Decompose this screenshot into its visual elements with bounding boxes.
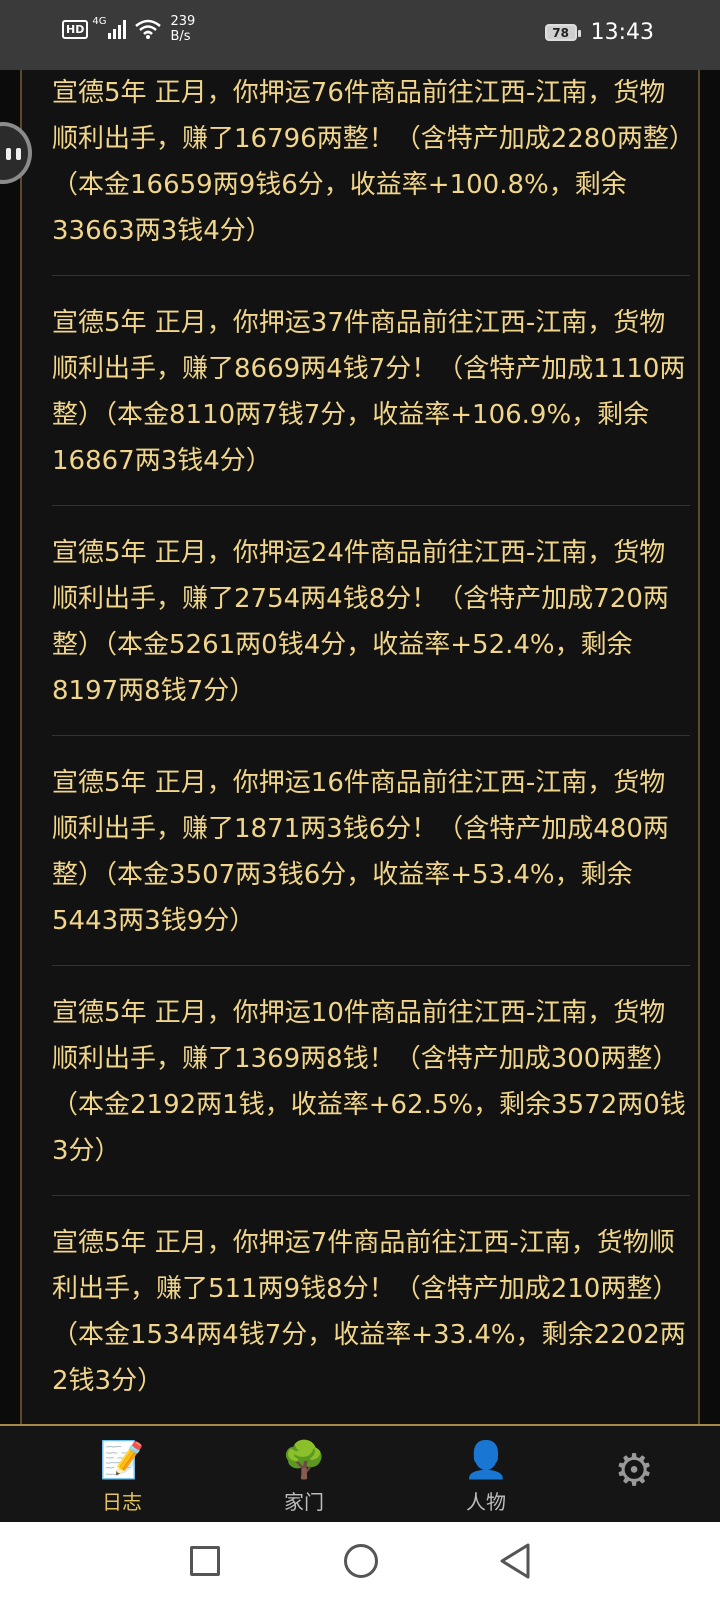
gear-icon: ⚙ <box>614 1445 654 1496</box>
log-entry: 宣德5年 正月，你押运37件商品前往江西-江南，货物顺利出手，赚了8669两4钱… <box>52 276 690 506</box>
status-left: HD 4G 239 B/s <box>62 14 195 44</box>
battery-icon: 78 <box>544 24 581 41</box>
signal-icon <box>108 20 127 39</box>
log-entry: 宣德5年 正月，你押运76件商品前往江西-江南，货物顺利出手，赚了16796两整… <box>52 70 690 276</box>
bottom-nav: 📝 日志 🌳 家门 👤 人物 ⚙ <box>0 1424 720 1524</box>
system-nav-bar <box>0 1522 720 1600</box>
log-entry: 宣德5年 正月，你押运24件商品前往江西-江南，货物顺利出手，赚了2754两4钱… <box>52 506 690 736</box>
log-list[interactable]: 宣德5年 正月，你押运76件商品前往江西-江南，货物顺利出手，赚了16796两整… <box>52 70 690 1420</box>
tree-icon: 🌳 <box>281 1440 327 1481</box>
assistant-eye-icon <box>6 148 11 160</box>
settings-button[interactable]: ⚙ <box>574 1448 694 1494</box>
wifi-icon <box>135 19 162 39</box>
person-icon: 👤 <box>463 1440 509 1481</box>
status-bar: HD 4G 239 B/s 78 13:43 <box>0 0 720 70</box>
log-entry: 宣德5年 正月，你押运16件商品前往江西-江南，货物顺利出手，赚了1871两3钱… <box>52 736 690 966</box>
hd-badge: HD <box>62 19 89 39</box>
speed-value: 239 <box>170 14 196 29</box>
tab-log[interactable]: 📝 日志 <box>62 1438 182 1515</box>
log-entry: 宣德5年 正月，你押运10件商品前往江西-江南，货物顺利出手，赚了1369两8钱… <box>52 966 690 1196</box>
clock: 13:43 <box>590 20 654 45</box>
back-button[interactable] <box>498 1542 532 1580</box>
tab-family-label: 家门 <box>284 1490 324 1514</box>
tab-log-label: 日志 <box>102 1490 142 1514</box>
recent-apps-button[interactable] <box>190 1546 220 1576</box>
speed-unit: B/s <box>170 29 191 44</box>
network-type: 4G <box>92 15 107 27</box>
tab-family[interactable]: 🌳 家门 <box>244 1438 364 1515</box>
tab-person-label: 人物 <box>466 1490 506 1514</box>
tab-person[interactable]: 👤 人物 <box>426 1438 546 1515</box>
memo-icon: 📝 <box>99 1440 145 1481</box>
log-panel[interactable]: 宣德5年 正月，你押运76件商品前往江西-江南，货物顺利出手，赚了16796两整… <box>20 70 700 1424</box>
log-entry: 宣德5年 正月，你押运7件商品前往江西-江南，货物顺利出手，赚了511两9钱8分… <box>52 1228 686 1396</box>
home-button[interactable] <box>344 1544 378 1578</box>
network-speed: 239 B/s <box>170 14 195 44</box>
assistant-eye-icon <box>16 148 21 160</box>
status-right: 78 13:43 <box>544 20 654 45</box>
